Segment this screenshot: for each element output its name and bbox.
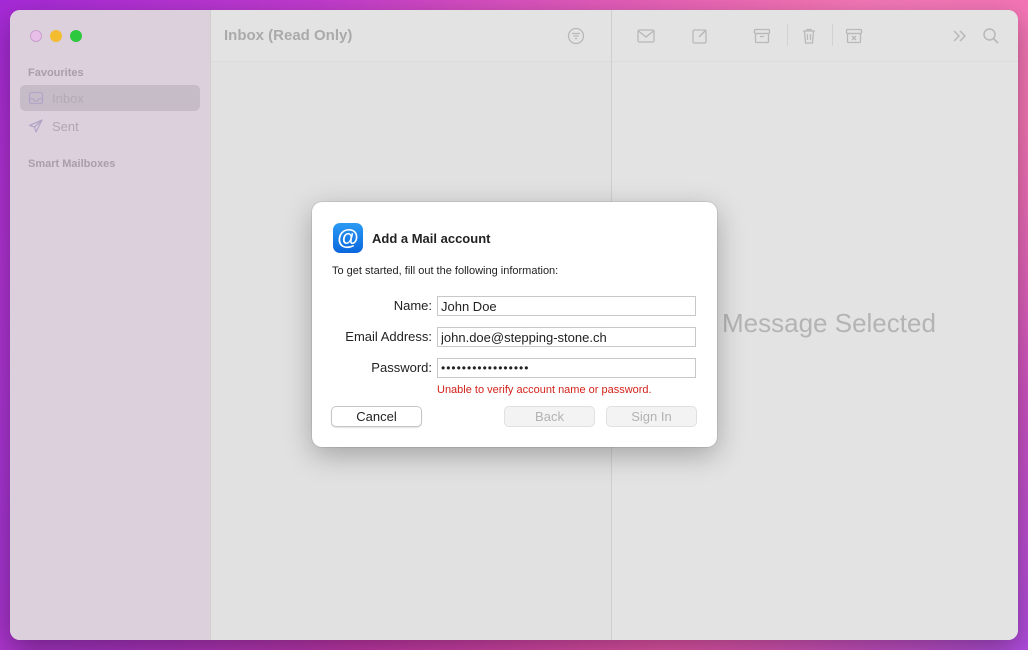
sidebar-item-inbox[interactable]: Inbox [20,85,200,111]
dialog-title: Add a Mail account [372,231,491,246]
toolbar-separator [832,24,833,46]
error-message: Unable to verify account name or passwor… [437,384,652,396]
chevron-double-right-icon[interactable] [950,26,970,46]
sidebar-section-smart-mailboxes: Smart Mailboxes [28,158,116,170]
filter-icon[interactable] [567,27,585,45]
sign-in-button[interactable]: Sign In [606,406,697,427]
trash-icon[interactable] [799,26,819,46]
name-field[interactable] [437,296,696,316]
mailbox-title: Inbox (Read Only) [224,27,353,44]
add-mail-account-dialog: @ Add a Mail account To get started, fil… [312,202,717,447]
password-field[interactable] [437,358,696,378]
back-button[interactable]: Back [504,406,595,427]
password-label: Password: [371,360,432,375]
junk-icon[interactable] [844,26,864,46]
sidebar: Favourites Inbox Sent Smart Mailboxes [10,10,210,640]
search-icon[interactable] [981,26,1001,46]
envelope-icon[interactable] [636,26,656,46]
at-sign-icon: @ [333,223,363,253]
cancel-button[interactable]: Cancel [331,406,422,427]
close-window-button[interactable] [30,30,42,42]
compose-icon[interactable] [690,26,710,46]
window-controls [30,30,82,42]
archive-icon[interactable] [752,26,772,46]
sidebar-item-sent[interactable]: Sent [20,113,200,139]
no-message-selected-text: Message Selected [722,308,936,338]
zoom-window-button[interactable] [70,30,82,42]
name-label: Name: [393,298,432,313]
dialog-instructions: To get started, fill out the following i… [332,265,559,277]
toolbar [612,10,1018,62]
toolbar-separator [787,24,788,46]
message-list-header: Inbox (Read Only) [211,10,611,62]
sidebar-section-favourites: Favourites [28,67,84,79]
inbox-icon [28,91,44,105]
email-label: Email Address: [345,329,432,344]
sidebar-item-label: Sent [52,118,79,134]
email-field[interactable] [437,327,696,347]
minimize-window-button[interactable] [50,30,62,42]
sidebar-item-label: Inbox [52,90,84,106]
paper-plane-icon [28,119,43,133]
